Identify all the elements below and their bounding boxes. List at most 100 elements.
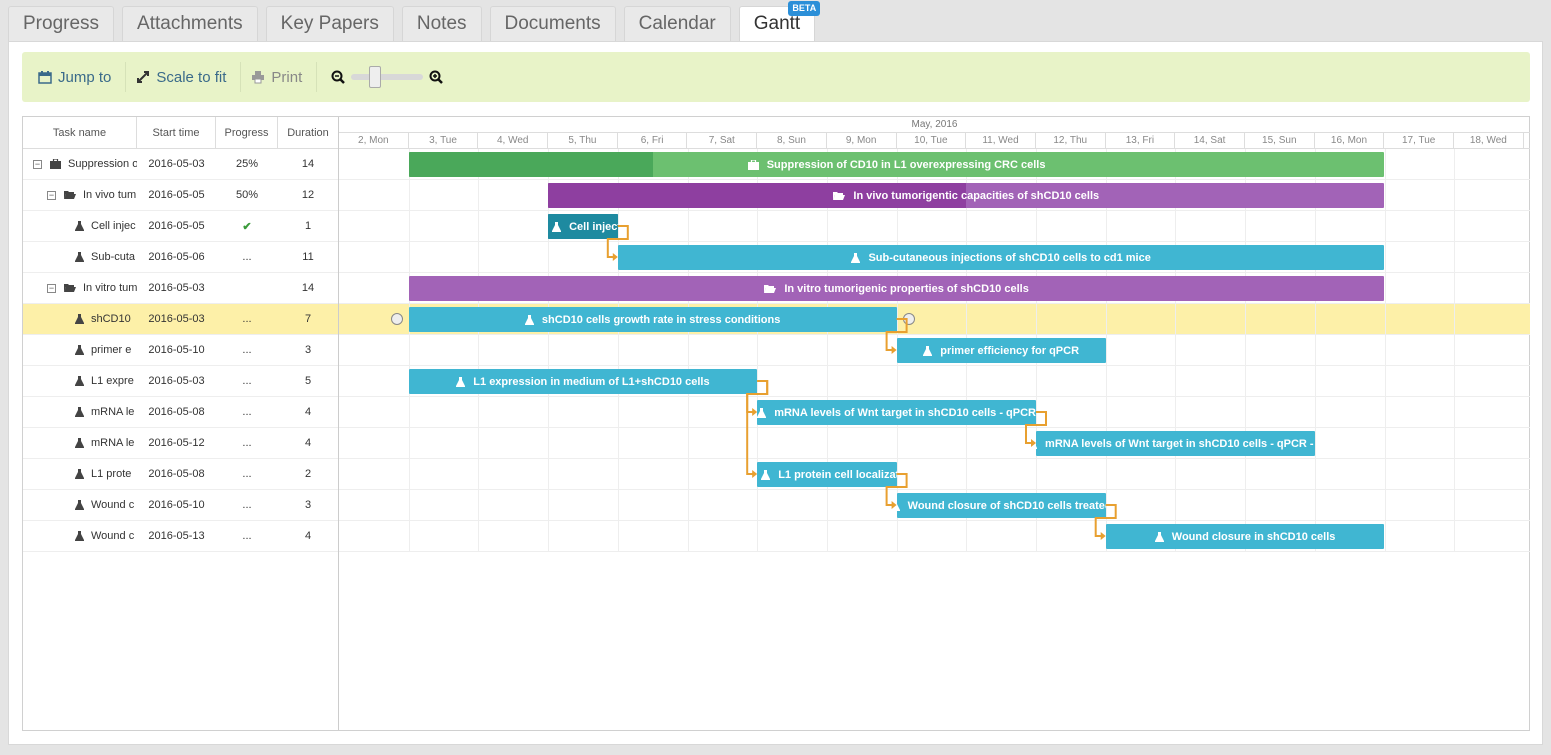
- jump-to-button[interactable]: Jump to: [36, 62, 127, 92]
- task-progress: ✔: [242, 220, 252, 233]
- task-row[interactable]: L1 prote 2016-05-08... 2: [23, 459, 338, 490]
- timeline-day: 17, Tue: [1384, 133, 1454, 148]
- zoom-in-icon[interactable]: [429, 70, 444, 84]
- task-bar[interactable]: mRNA levels of Wnt target in shCD10 cell…: [1036, 431, 1315, 456]
- task-row[interactable]: − In vitro tum 2016-05-03 14: [23, 273, 338, 304]
- chart-row: [339, 428, 1530, 459]
- task-bar[interactable]: Wound closure of shCD10 cells treated: [896, 493, 1106, 518]
- tab-attachments[interactable]: Attachments: [122, 6, 258, 42]
- task-bar-text: Wound closure in shCD10 cells: [1171, 530, 1336, 543]
- collapse-toggle[interactable]: −: [33, 159, 42, 169]
- task-duration: 4: [304, 437, 312, 449]
- task-bar[interactable]: L1 protein cell localization: [757, 462, 897, 487]
- task-start: 2016-05-03: [148, 375, 205, 387]
- task-progress: ...: [242, 499, 252, 511]
- tab-key-papers[interactable]: Key Papers: [265, 6, 394, 42]
- flask-icon: [75, 531, 84, 541]
- task-bar-label: L1 protein cell localization: [761, 469, 897, 481]
- task-row[interactable]: Cell injec 2016-05-05 ✔ 1: [23, 211, 338, 242]
- task-name: mRNA le: [91, 406, 135, 418]
- link-end-handle[interactable]: [902, 313, 915, 325]
- grid-line: [1245, 149, 1247, 552]
- task-row[interactable]: − In vivo tum 2016-05-05 50% 12: [23, 180, 338, 211]
- task-row[interactable]: primer e 2016-05-10... 3: [23, 335, 338, 366]
- task-name: Suppression o: [68, 158, 137, 170]
- column-progress[interactable]: Progress: [216, 117, 278, 148]
- tab-label: Documents: [504, 13, 601, 34]
- task-bar[interactable]: Wound closure in shCD10 cells: [1105, 524, 1385, 549]
- task-bar[interactable]: Sub-cutaneous injections of shCD10 cells…: [617, 245, 1385, 270]
- tab-calendar[interactable]: Calendar: [623, 6, 731, 42]
- flask-icon: [851, 252, 864, 263]
- tab-gantt[interactable]: Gantt BETA: [738, 1, 821, 42]
- task-bar[interactable]: primer efficiency for qPCR: [896, 338, 1106, 363]
- column-task-name[interactable]: Task name: [23, 117, 137, 148]
- task-start: 2016-05-03: [148, 313, 205, 325]
- print-icon: [252, 71, 265, 84]
- tab-notes[interactable]: Notes: [401, 6, 482, 42]
- task-row[interactable]: Sub-cuta 2016-05-06... 11: [23, 242, 338, 273]
- task-row[interactable]: Wound c 2016-05-10... 3: [23, 490, 338, 521]
- timeline-day: 11, Wed: [966, 133, 1036, 148]
- print-button[interactable]: Print: [249, 62, 318, 92]
- timeline-day: 16, Mon: [1315, 133, 1385, 148]
- task-row[interactable]: mRNA le 2016-05-08... 4: [23, 397, 338, 428]
- task-name: Sub-cuta: [91, 251, 136, 263]
- column-start-time[interactable]: Start time: [137, 117, 216, 148]
- task-bar[interactable]: In vitro tumorigenic properties of shCD1…: [408, 276, 1385, 301]
- folder-open-icon: [64, 190, 76, 200]
- gantt-panel: Jump to Scale to fit Print Task name Sta…: [8, 41, 1543, 745]
- task-bar-text: Suppression of CD10 in L1 overexpressing…: [766, 158, 1046, 171]
- column-duration[interactable]: Duration: [278, 117, 338, 148]
- zoom-control: [331, 66, 444, 88]
- task-name: L1 prote: [91, 468, 132, 480]
- task-bar[interactable]: L1 expression in medium of L1+shCD10 cel…: [408, 369, 758, 394]
- grid-line: [408, 149, 410, 552]
- link-start-handle[interactable]: [390, 313, 403, 325]
- task-progress: ...: [242, 344, 252, 356]
- task-bar[interactable]: Cell injection: [548, 214, 618, 239]
- zoom-out-icon[interactable]: [331, 70, 346, 84]
- tab-bar: Progress Attachments Key Papers Notes Docume…: [8, 1, 821, 42]
- task-bar-text: Wound closure of shCD10 cells treated: [907, 499, 1106, 512]
- task-row[interactable]: mRNA le 2016-05-12... 4: [23, 428, 338, 459]
- grid-line: [1454, 149, 1456, 552]
- timeline-day: 12, Thu: [1036, 133, 1106, 148]
- tab-label: Key Papers: [280, 13, 379, 34]
- task-row[interactable]: L1 expre 2016-05-03... 5: [23, 366, 338, 397]
- task-bar-label: Wound closure in shCD10 cells: [1154, 530, 1336, 543]
- task-row[interactable]: Wound c 2016-05-13... 4: [23, 521, 338, 552]
- collapse-toggle[interactable]: −: [47, 190, 56, 200]
- chart-row: [339, 211, 1530, 242]
- task-row[interactable]: shCD10 2016-05-03... 7: [23, 304, 338, 335]
- tab-label: Calendar: [638, 13, 716, 34]
- task-start: 2016-05-08: [148, 468, 205, 480]
- task-bar[interactable]: Suppression of CD10 in L1 overexpressing…: [408, 152, 1385, 177]
- flask-icon: [1036, 439, 1041, 449]
- collapse-toggle[interactable]: −: [47, 283, 56, 293]
- timeline-month: May, 2016: [339, 117, 1530, 133]
- timeline-day: 4, Wed: [478, 133, 549, 148]
- zoom-slider-handle[interactable]: [369, 66, 382, 88]
- task-grid-header: Task name Start time Progress Duration: [23, 117, 338, 149]
- flask-icon: [761, 469, 774, 480]
- task-progress: ...: [242, 530, 252, 542]
- task-bar-label: Cell injection: [552, 221, 618, 233]
- task-bar[interactable]: mRNA levels of Wnt target in shCD10 cell…: [757, 400, 1036, 425]
- tab-documents[interactable]: Documents: [489, 6, 616, 42]
- tab-progress[interactable]: Progress: [8, 6, 115, 42]
- zoom-slider[interactable]: [351, 66, 424, 88]
- task-name: In vitro tum: [83, 282, 137, 294]
- task-start: 2016-05-05: [148, 189, 205, 201]
- briefcase-icon: [747, 159, 763, 170]
- timeline-day: 3, Tue: [409, 133, 479, 148]
- task-start: 2016-05-10: [148, 499, 205, 511]
- task-bar-text: mRNA levels of Wnt target in shCD10 cell…: [774, 406, 1036, 419]
- scale-to-fit-button[interactable]: Scale to fit: [134, 62, 242, 92]
- task-bar[interactable]: shCD10 cells growth rate in stress condi…: [408, 307, 897, 332]
- task-row[interactable]: − Suppression o 2016-05-03 25% 14: [23, 149, 338, 180]
- task-duration: 12: [301, 189, 315, 201]
- task-progress: 50%: [235, 189, 259, 201]
- tab-label: Attachments: [137, 13, 243, 34]
- task-bar[interactable]: In vivo tumorigentic capacities of shCD1…: [548, 183, 1385, 208]
